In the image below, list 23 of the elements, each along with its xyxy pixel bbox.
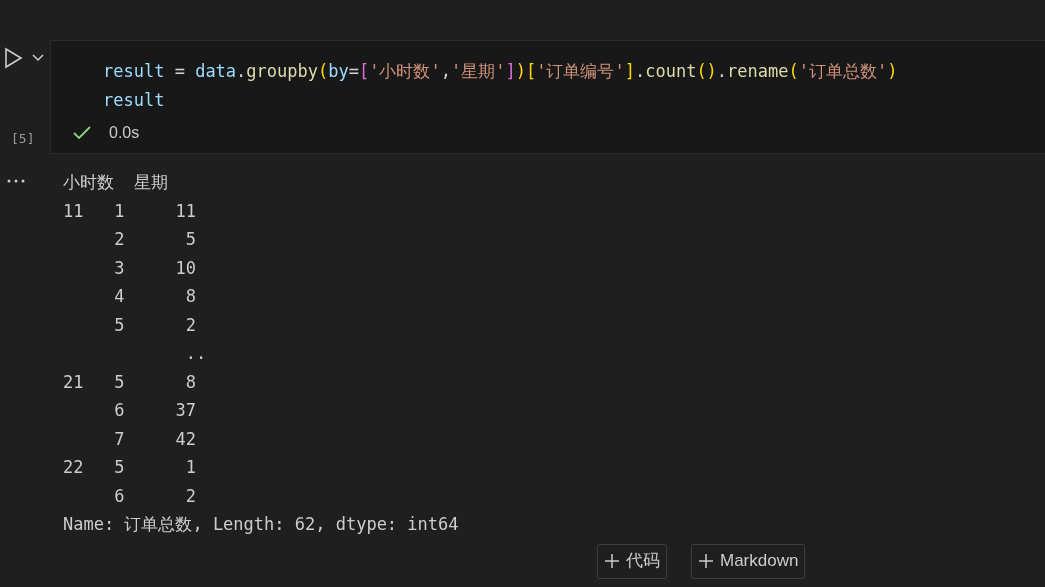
plus-icon: [604, 553, 620, 569]
code-cell[interactable]: result = data.groupby(by=['小时数','星期'])['订单编号'].count().rename('订单总数') result 0.0s: [50, 40, 1045, 154]
output-line: 3 10: [113, 256, 198, 280]
more-icon[interactable]: [6, 177, 26, 184]
output-line: 小时数 星期: [63, 171, 170, 194]
add-cell-button[interactable]: 代码: [597, 543, 667, 579]
output-line: Name: 订单总数, Length: 62, dtype: int64: [63, 513, 459, 536]
execution-time: 0.0s: [109, 123, 140, 143]
output-line: 22 5 1: [63, 456, 198, 479]
add-cell-button[interactable]: Markdown: [691, 543, 806, 579]
code-line: result = data.groupby(by=['小时数','星期'])['订单编号'].count().rename('订单总数'): [103, 60, 899, 83]
output-line: 6 37: [113, 399, 198, 422]
output-line: 6 2: [113, 484, 198, 508]
output-line: 4 8: [113, 285, 198, 308]
output-line: 7 42: [113, 427, 198, 451]
output-line: 5 2: [113, 313, 198, 337]
output-line: 2 5: [113, 228, 198, 251]
output-line: 11 1 11: [63, 199, 198, 223]
code-line: result: [103, 89, 166, 112]
output-line: 21 5 8: [63, 370, 198, 394]
output-line: ..: [184, 342, 208, 365]
execution-count: [5]: [11, 130, 35, 148]
plus-icon: [698, 553, 714, 569]
